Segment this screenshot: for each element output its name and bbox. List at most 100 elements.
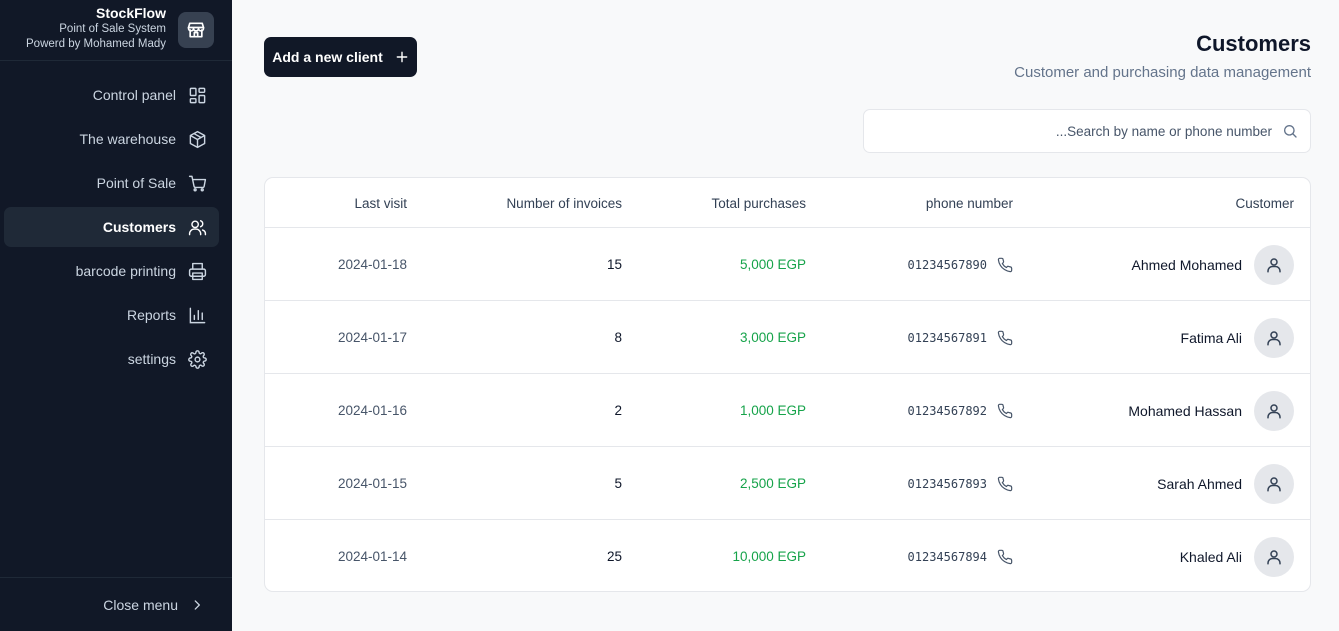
chevron-right-icon [190,598,204,612]
table-row[interactable]: 2024-01-18 15 5,000 EGP 01234567890 Ahme… [265,228,1310,301]
cell-invoices: 5 [614,476,622,491]
brand-powered-by: Powerd by Mohamed Mady [26,38,166,50]
customer-name: Khaled Ali [1179,548,1242,565]
customer-name: Ahmed Mohamed [1131,256,1242,273]
brand-subtitle: Point of Sale System [59,23,166,35]
cell-last-visit: 2024-01-16 [337,403,407,418]
sidebar-item-label: Customers [102,219,176,235]
column-header-customer[interactable]: Customer [1235,178,1294,228]
sidebar-item-barcode-printing[interactable]: barcode printing [4,251,219,291]
dashboard-icon [187,85,207,105]
phone-number: 01234567894 [907,549,987,564]
sidebar: StockFlow Point of Sale System Powerd by… [0,0,232,631]
cell-invoices: 25 [606,549,622,564]
cell-customer: Ahmed Mohamed [1131,228,1294,301]
column-header-invoices[interactable]: Number of invoices [506,178,622,228]
add-client-label: Add a new client [272,49,383,65]
add-client-button[interactable]: Add a new client [264,37,417,77]
sidebar-item-control-panel[interactable]: Control panel [4,75,219,115]
avatar [1254,390,1294,431]
table-row[interactable]: 2024-01-15 5 2,500 EGP 01234567893 Sarah… [265,447,1310,520]
phone-icon[interactable] [997,476,1013,492]
sidebar-item-label: barcode printing [75,263,176,279]
cell-phone: 01234567890 [908,228,1013,301]
table-header: Last visit Number of invoices Total purc… [265,178,1310,228]
cell-customer: Khaled Ali [1179,520,1294,591]
page-subtitle: Customer and purchasing data management [1014,64,1311,81]
cell-last-visit: 2024-01-14 [337,549,407,564]
phone-icon[interactable] [997,257,1013,273]
cell-customer: Mohamed Hassan [1128,374,1294,447]
user-icon [1265,402,1283,420]
cell-last-visit: 2024-01-18 [337,257,407,272]
cell-last-visit: 2024-01-15 [337,476,407,491]
sidebar-item-label: Control panel [92,87,176,103]
bar-chart-icon [187,305,207,325]
cell-total: 1,000 EGP [739,403,806,418]
table-row[interactable]: 2024-01-17 8 3,000 EGP 01234567891 Fatim… [265,301,1310,374]
cell-last-visit: 2024-01-17 [337,330,407,345]
printer-icon [187,261,207,281]
sidebar-item-warehouse[interactable]: The warehouse [4,119,219,159]
cell-phone: 01234567894 [907,520,1013,591]
sidebar-item-label: The warehouse [79,131,176,147]
sidebar-item-label: Reports [126,307,176,323]
table-row[interactable]: 2024-01-14 25 10,000 EGP 01234567894 Kha… [265,520,1310,591]
customers-table: Last visit Number of invoices Total purc… [264,177,1311,592]
search-box [863,109,1311,153]
phone-number: 01234567892 [907,403,987,418]
customer-name: Fatima Ali [1180,329,1242,346]
sidebar-item-label: Point of Sale [96,175,176,191]
sidebar-item-point-of-sale[interactable]: Point of Sale [4,163,219,203]
page-title: Customers [1196,31,1311,56]
cell-total: 10,000 EGP [732,549,806,564]
phone-icon[interactable] [997,330,1013,346]
cell-invoices: 2 [614,403,622,418]
cell-phone: 01234567892 [908,374,1013,447]
phone-number: 01234567893 [907,476,987,491]
user-icon [1265,475,1283,493]
plus-icon [395,50,409,64]
sidebar-item-label: settings [127,351,176,367]
box-icon [187,129,207,149]
cell-customer: Fatima Ali [1181,301,1294,374]
customer-name: Mohamed Hassan [1128,402,1242,419]
table-row[interactable]: 2024-01-16 2 1,000 EGP 01234567892 Moham… [265,374,1310,447]
cell-customer: Sarah Ahmed [1157,447,1294,520]
sidebar-item-reports[interactable]: Reports [4,295,219,335]
sidebar-item-settings[interactable]: settings [4,339,219,379]
phone-number: 01234567890 [907,257,987,272]
phone-number: 01234567891 [907,330,987,345]
user-icon [1265,548,1283,566]
close-menu-label: Close menu [103,596,178,613]
cell-invoices: 15 [606,257,622,272]
cell-total: 5,000 EGP [739,257,806,272]
user-icon [1265,256,1283,274]
cart-icon [187,173,207,193]
customer-name: Sarah Ahmed [1157,475,1242,492]
cell-total: 2,500 EGP [739,476,806,491]
gear-icon [187,349,207,369]
search-icon[interactable] [1282,123,1298,139]
column-header-last-visit[interactable]: Last visit [354,178,407,228]
sidebar-item-customers[interactable]: Customers [4,207,219,247]
close-menu-button[interactable]: Close menu [0,577,232,631]
brand-name: StockFlow [95,5,166,21]
phone-icon[interactable] [997,403,1013,419]
cell-invoices: 8 [614,330,622,345]
avatar [1254,536,1294,577]
sidebar-nav: Control panel The warehouse Point of Sal… [0,61,232,379]
column-header-total[interactable]: Total purchases [711,178,806,228]
cell-total: 3,000 EGP [739,330,806,345]
cell-phone: 01234567891 [908,301,1013,374]
cell-phone: 01234567893 [908,447,1013,520]
column-header-phone[interactable]: phone number [926,178,1013,228]
avatar [1254,317,1294,358]
store-icon [178,12,214,48]
avatar [1254,244,1294,285]
brand-text: StockFlow Point of Sale System Powerd by… [26,5,166,52]
phone-icon[interactable] [997,549,1013,565]
users-icon [187,217,207,237]
brand-header: StockFlow Point of Sale System Powerd by… [0,0,232,61]
search-input[interactable] [912,123,1272,139]
